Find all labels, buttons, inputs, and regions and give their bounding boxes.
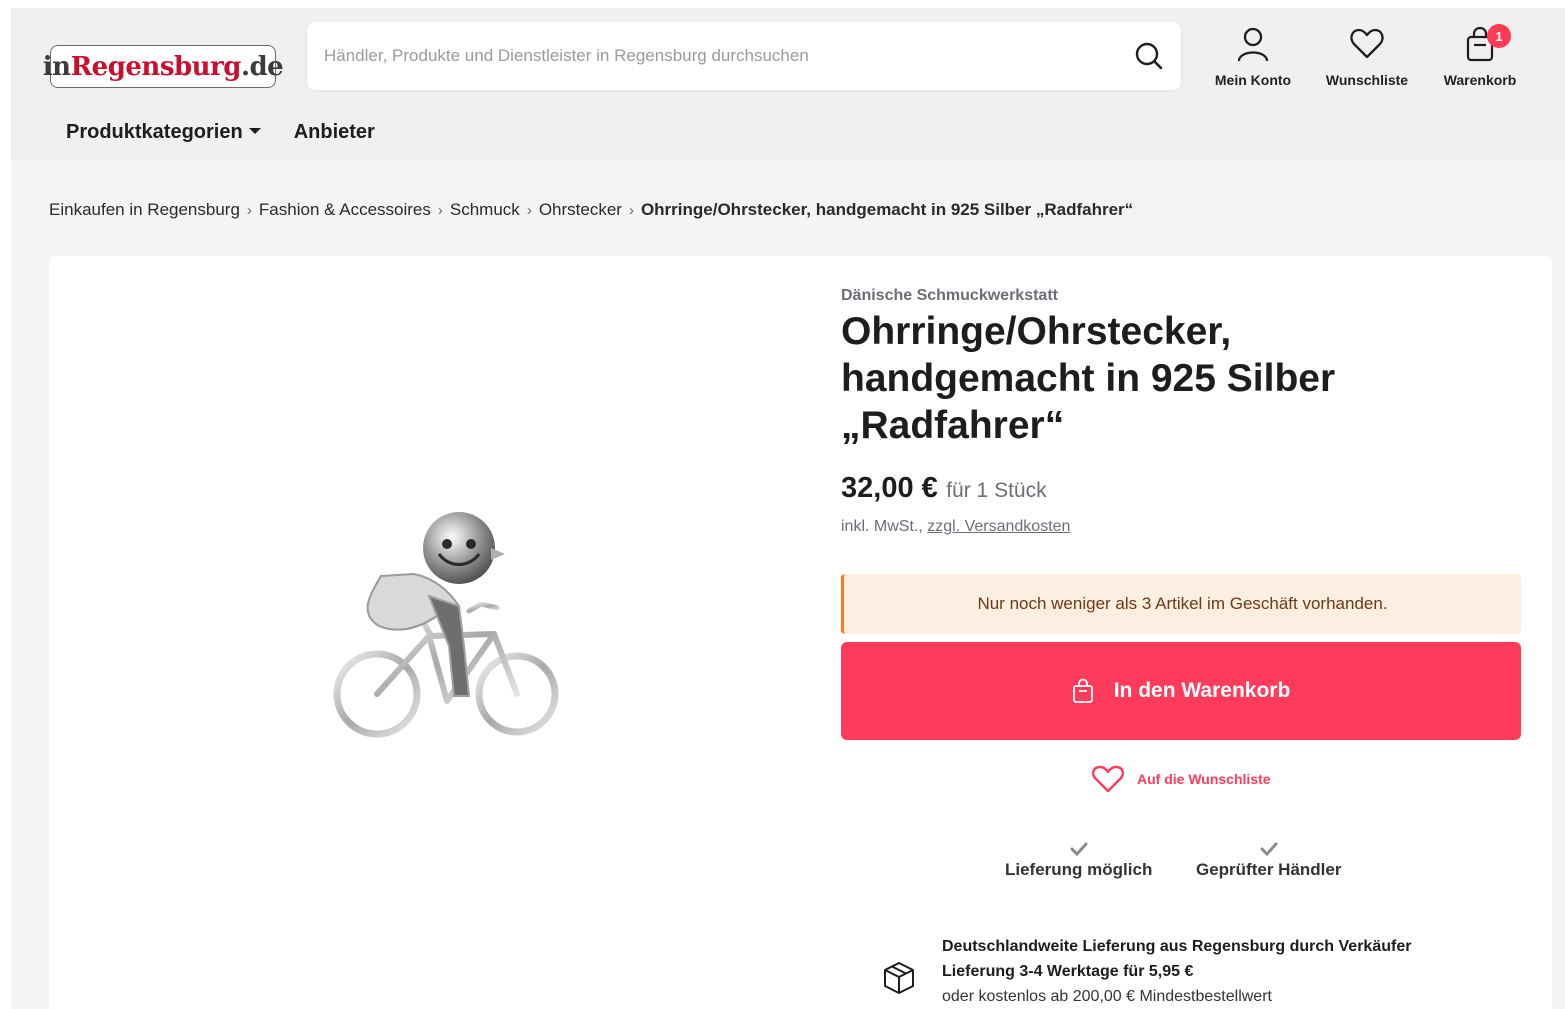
add-to-wishlist-label: Auf die Wunschliste (1137, 771, 1271, 787)
nav-vendors[interactable]: Anbieter (294, 121, 375, 144)
shipping-line-1: Deutschlandweite Lieferung aus Regensbur… (942, 938, 1412, 955)
price-unit: für 1 Stück (946, 479, 1047, 502)
caret-down-icon (248, 127, 261, 134)
nav-categories-label: Produktkategorien (66, 121, 243, 143)
feature-verified-label: Geprüfter Händler (1196, 860, 1342, 879)
cart-button[interactable]: 1 Warenkorb (1425, 24, 1535, 88)
account-label: Mein Konto (1214, 72, 1292, 88)
breadcrumb-item[interactable]: Schmuck (450, 200, 520, 219)
feature-delivery: Lieferung möglich (1005, 842, 1152, 880)
search-icon[interactable] (1133, 40, 1165, 72)
vendor-name[interactable]: Dänische Schmuckwerkstatt (841, 287, 1058, 305)
breadcrumb: Einkaufen in Regensburg › Fashion & Access… (49, 200, 1133, 220)
breadcrumb-item[interactable]: Einkaufen in Regensburg (49, 200, 240, 219)
breadcrumb-item[interactable]: Ohrstecker (539, 200, 622, 219)
site-header: inRegensburg.de Mein Konto Wunschliste (11, 8, 1565, 160)
price-block: 32,00 € für 1 Stück (841, 472, 1047, 505)
breadcrumb-item[interactable]: Fashion & Accessoires (259, 200, 431, 219)
checkmark-icon (1070, 842, 1088, 856)
user-icon (1237, 27, 1269, 62)
account-button[interactable]: Mein Konto (1198, 26, 1308, 88)
page-frame: inRegensburg.de Mein Konto Wunschliste (11, 8, 1565, 1009)
logo-text-regensburg: Regensburg (70, 51, 242, 82)
breadcrumb-separator: › (246, 202, 252, 219)
heart-icon (1350, 28, 1384, 59)
breadcrumb-separator: › (437, 202, 443, 219)
checkmark-icon (1260, 842, 1278, 856)
add-to-cart-label: In den Warenkorb (1113, 679, 1291, 702)
nav-categories[interactable]: Produktkategorien (66, 121, 261, 144)
logo-text-in: in (42, 51, 71, 82)
shipping-costs-link[interactable]: zzgl. Versandkosten (927, 518, 1070, 535)
shipping-line-3: oder kostenlos ab 200,00 € Mindestbestel… (942, 988, 1272, 1005)
shipping-line-2: Lieferung 3-4 Werktage für 5,95 € (942, 963, 1194, 980)
shopping-bag-icon (1072, 678, 1093, 703)
breadcrumb-separator: › (526, 202, 532, 219)
stock-notice: Nur noch weniger als 3 Artikel im Geschä… (841, 574, 1521, 634)
add-to-wishlist-button[interactable]: Auf die Wunschliste (1091, 764, 1271, 794)
add-to-cart-button[interactable]: In den Warenkorb (841, 642, 1521, 740)
feature-verified-vendor: Geprüfter Händler (1196, 842, 1341, 880)
main-nav: Produktkategorien Anbieter (66, 121, 375, 144)
feature-delivery-label: Lieferung möglich (1005, 860, 1153, 879)
package-icon (884, 962, 914, 994)
product-title: Ohrringe/Ohrstecker, handgemacht in 925 … (841, 310, 1336, 447)
cart-label: Warenkorb (1443, 72, 1517, 88)
search-bar (307, 22, 1181, 90)
tax-note: inkl. MwSt., zzgl. Versandkosten (841, 518, 1070, 536)
tax-text: inkl. MwSt., (841, 518, 923, 535)
wishlist-button[interactable]: Wunschliste (1312, 26, 1422, 88)
product-card: Dänische Schmuckwerkstatt Ohrringe/Ohrst… (49, 256, 1552, 1009)
breadcrumb-current: Ohrringe/Ohrstecker, handgemacht in 925 … (640, 200, 1134, 219)
heart-icon (1092, 765, 1124, 793)
wishlist-label: Wunschliste (1325, 72, 1409, 88)
search-input[interactable] (307, 22, 1107, 90)
product-image[interactable] (319, 496, 579, 776)
logo-text-de: .de (240, 51, 284, 82)
price-amount: 32,00 € (841, 472, 938, 504)
cart-count-badge: 1 (1487, 24, 1511, 48)
breadcrumb-separator: › (628, 202, 634, 219)
site-logo[interactable]: in Regensburg .de (43, 45, 284, 88)
